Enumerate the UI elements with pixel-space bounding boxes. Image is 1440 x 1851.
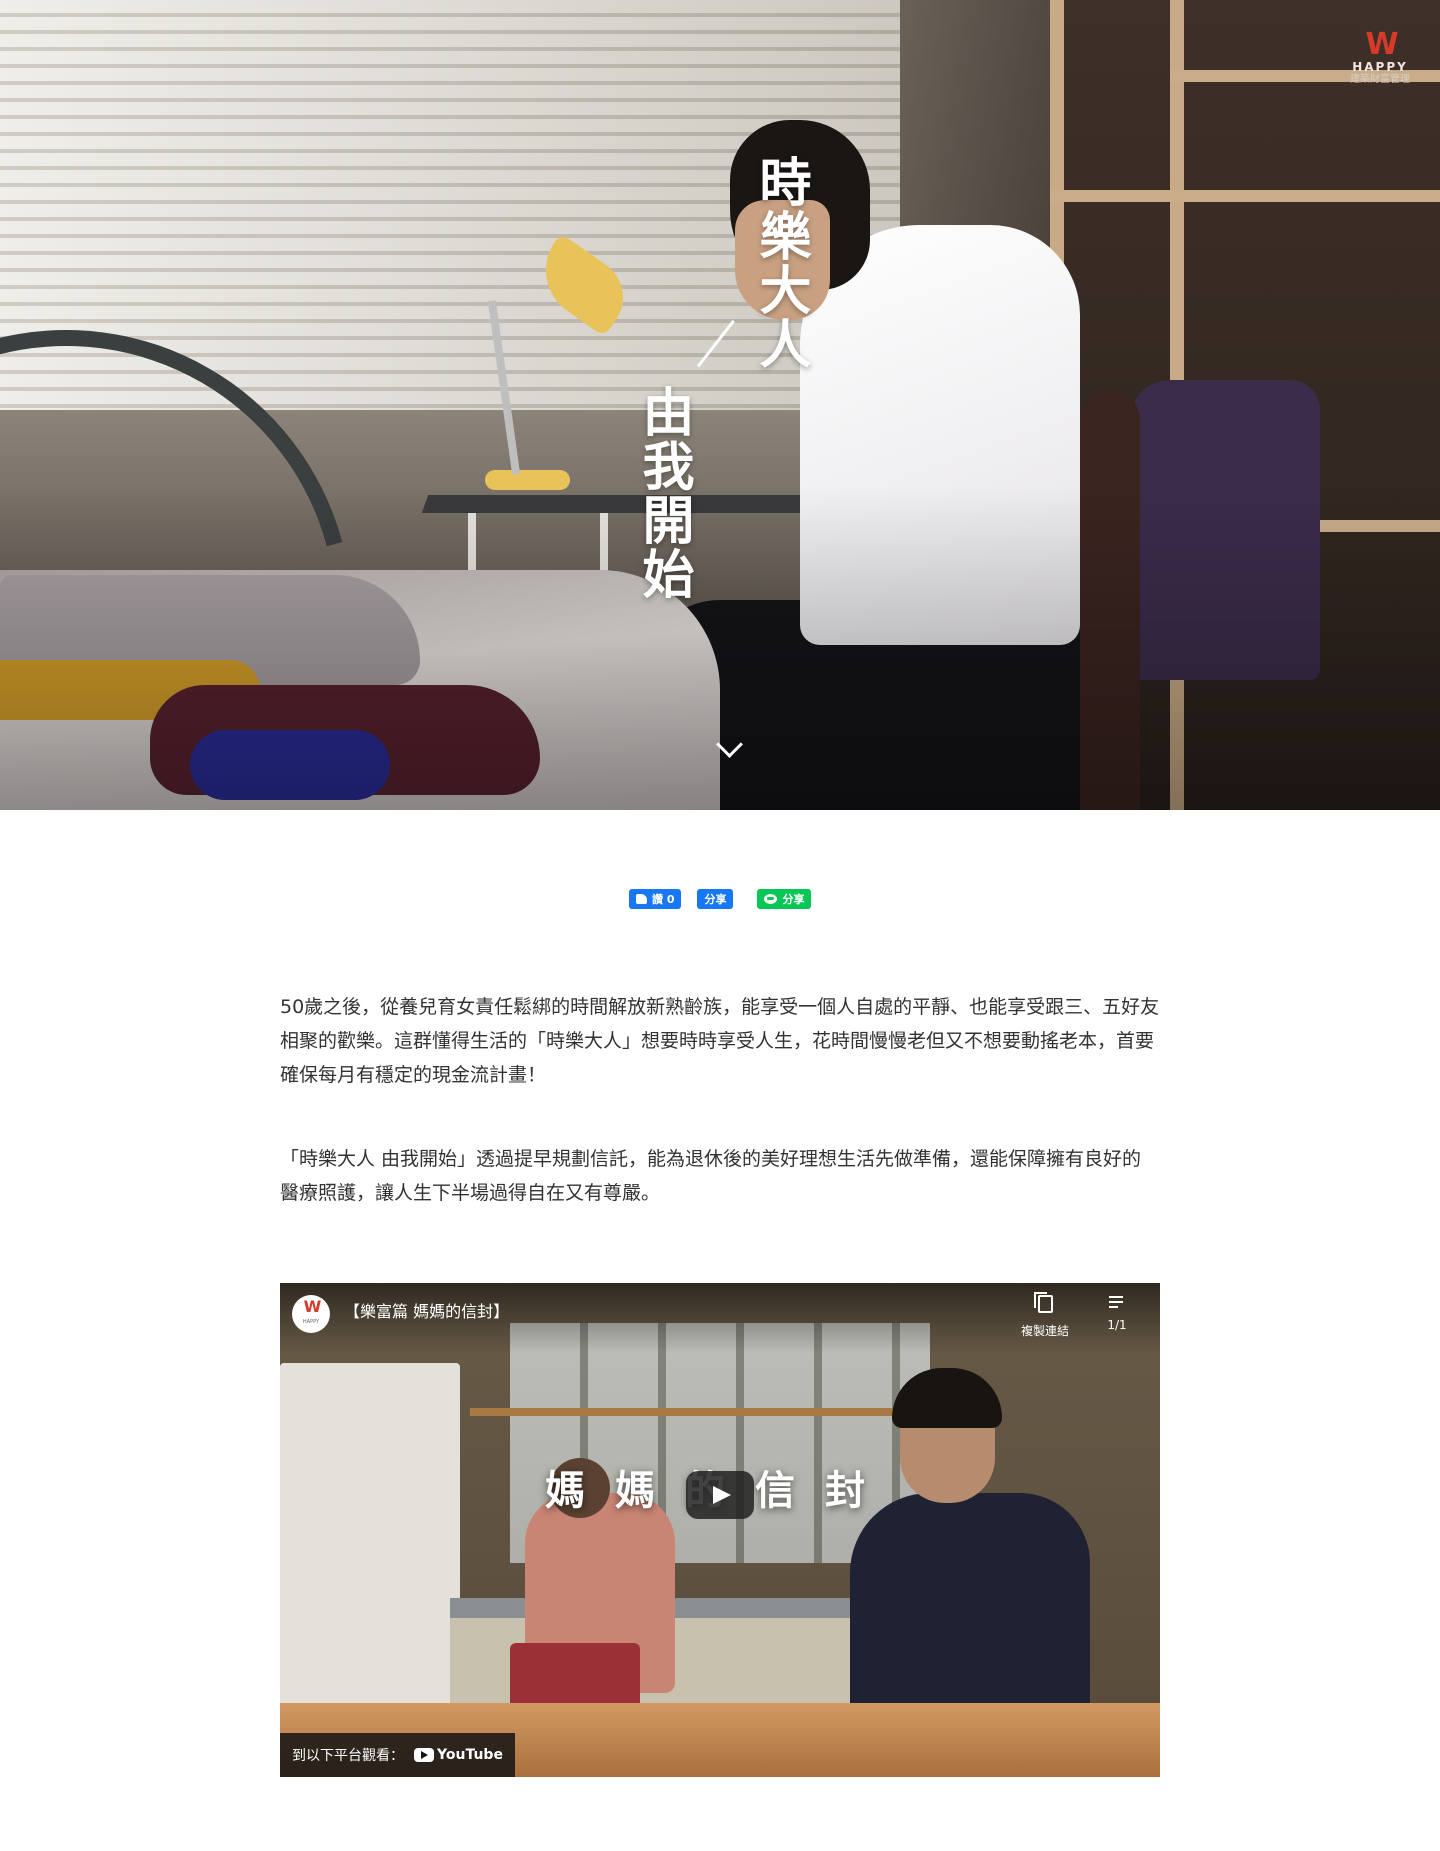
line-share-button[interactable]: 分享 bbox=[757, 889, 812, 909]
copy-link-label: 複製連結 bbox=[1020, 1324, 1069, 1338]
watch-on-youtube-bar[interactable]: 到以下平台觀看： YouTube bbox=[280, 1733, 515, 1777]
hero-title-line1: 時樂大人 bbox=[750, 155, 810, 371]
playlist-count: 1/1 bbox=[1107, 1318, 1127, 1332]
watch-on-label: 到以下平台觀看： bbox=[292, 1748, 404, 1764]
logo-brand: HAPPY bbox=[1352, 60, 1408, 74]
youtube-logo: YouTube bbox=[414, 1747, 503, 1763]
share-label: 分享 bbox=[704, 893, 727, 906]
article-paragraph: 「時樂大人 由我開始」透過提早規劃信託，能為退休後的美好理想生活先做準備，還能保… bbox=[280, 1148, 1142, 1204]
channel-avatar[interactable]: W HAPPY bbox=[292, 1295, 330, 1333]
youtube-icon bbox=[414, 1748, 434, 1762]
logo-mark: W bbox=[1365, 27, 1398, 62]
article-body: 50歲之後，從養兒育女責任鬆綁的時間解放新熟齡族，能享受一個人自處的平靜、也能享… bbox=[280, 990, 1160, 1260]
facebook-like-button[interactable]: 讚 0 bbox=[629, 889, 682, 909]
channel-logo-mark: W bbox=[303, 1297, 322, 1316]
play-button[interactable] bbox=[686, 1471, 754, 1519]
line-share-label: 分享 bbox=[782, 893, 805, 906]
facebook-share-button[interactable]: 分享 bbox=[697, 889, 734, 909]
logo-subtitle: 建築財富管理 bbox=[1350, 74, 1410, 85]
channel-logo-brand: HAPPY bbox=[302, 1319, 320, 1325]
social-share-bar: 讚 0 分享 分享 bbox=[629, 889, 812, 909]
brand-logo[interactable]: W HAPPY 建築財富管理 bbox=[1340, 30, 1420, 86]
playlist-button[interactable]: 1/1 bbox=[1092, 1295, 1142, 1332]
youtube-video-embed[interactable]: W HAPPY 【樂富篇 媽媽的信封】 複製連結 1/1 媽媽的信封 到以下平台… bbox=[280, 1283, 1160, 1777]
video-scene-fridge bbox=[280, 1363, 460, 1743]
copy-icon bbox=[1033, 1292, 1053, 1313]
hero-banner: 時樂大人 由我開始 W HAPPY 建築財富管理 bbox=[0, 0, 1440, 810]
playlist-icon bbox=[1109, 1295, 1125, 1309]
article-paragraph: 50歲之後，從養兒育女責任鬆綁的時間解放新熟齡族，能享受一個人自處的平靜、也能享… bbox=[280, 996, 1160, 1086]
thumbs-up-icon bbox=[636, 894, 647, 904]
line-icon bbox=[764, 894, 778, 904]
youtube-wordmark: YouTube bbox=[437, 1747, 503, 1763]
video-title[interactable]: 【樂富篇 媽媽的信封】 bbox=[344, 1301, 509, 1323]
copy-link-button[interactable]: 複製連結 bbox=[1010, 1292, 1080, 1339]
hero-title-line2: 由我開始 bbox=[633, 385, 693, 601]
play-icon bbox=[713, 1486, 731, 1504]
like-label: 讚 0 bbox=[652, 893, 675, 906]
